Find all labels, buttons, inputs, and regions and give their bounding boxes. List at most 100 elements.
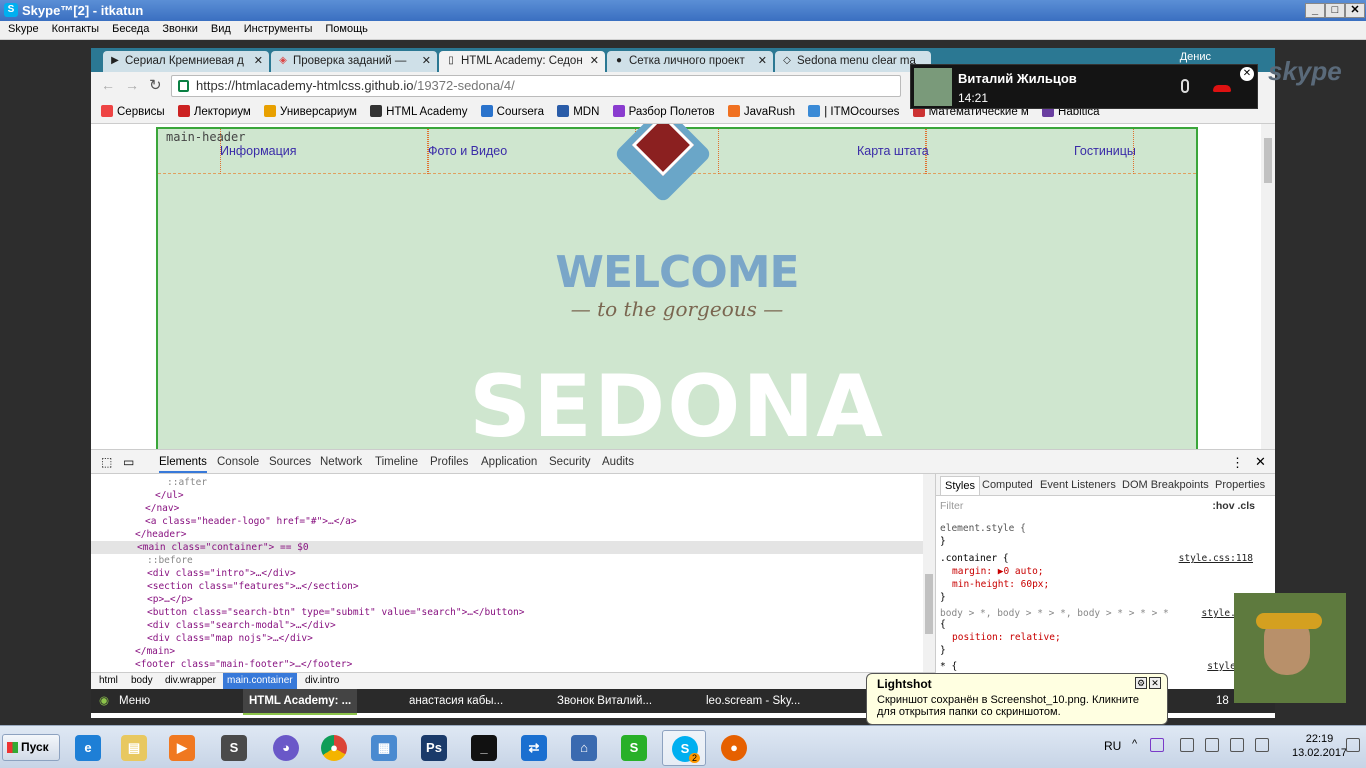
microphone-icon[interactable] <box>1181 79 1189 93</box>
bookmark-razbor-poletov[interactable]: Разбор Полетов <box>612 100 715 123</box>
profile-name[interactable]: Денис <box>1180 51 1211 63</box>
bookmark-javarush[interactable]: JavaRush <box>727 100 795 123</box>
taskbar-sublime[interactable]: S <box>212 730 256 766</box>
start-button[interactable]: Пуск <box>2 734 60 761</box>
usb-icon[interactable] <box>1205 738 1219 752</box>
taskbar-app-s[interactable]: S <box>612 730 656 766</box>
tab-serial[interactable]: ▶ Сериал Кремниевая д ✕ <box>103 51 269 72</box>
rule-source-link[interactable]: style.css:118 <box>1179 553 1253 564</box>
tab-properties[interactable]: Properties <box>1215 479 1265 491</box>
dom-line[interactable]: </nav> <box>145 502 179 515</box>
menu-view[interactable]: Вид <box>203 21 236 35</box>
tab-codepen[interactable]: ◇ Sedona menu clear ma <box>775 51 931 72</box>
crumb[interactable]: div.intro <box>301 673 343 689</box>
lightshot-tray-icon[interactable] <box>1150 738 1164 752</box>
nav-map-link[interactable]: Карта штата <box>857 144 929 158</box>
device-icon[interactable]: ▭ <box>123 455 134 469</box>
tab-profiles[interactable]: Profiles <box>430 456 468 468</box>
tab-event-listeners[interactable]: Event Listeners <box>1040 479 1116 491</box>
dom-line[interactable]: ::before <box>147 554 193 567</box>
inspect-icon[interactable]: ⬚ <box>101 455 112 469</box>
styles-filter-input[interactable]: Filter <box>940 500 963 512</box>
crumb[interactable]: body <box>127 673 157 689</box>
menu-skype[interactable]: Skype <box>0 21 44 35</box>
menu-conversation[interactable]: Беседа <box>104 21 154 35</box>
mint-menu-icon[interactable]: ◉ <box>99 689 109 713</box>
nav-info-link[interactable]: Информация <box>220 144 297 158</box>
task-anastasia[interactable]: анастасия кабы... <box>409 689 503 713</box>
tab-styles[interactable]: Styles <box>940 476 980 495</box>
scrollbar-thumb[interactable] <box>925 574 933 634</box>
tab-github[interactable]: ● Сетка личного проект ✕ <box>607 51 773 72</box>
bookmark-html-academy[interactable]: HTML Academy <box>370 100 467 123</box>
bookmark-coursera[interactable]: Coursera <box>480 100 544 123</box>
tab-computed[interactable]: Computed <box>982 479 1033 491</box>
close-icon[interactable]: ✕ <box>1149 677 1161 689</box>
dom-line[interactable]: ::after <box>167 476 207 489</box>
bookmark-itmo[interactable]: | ITMOcourses <box>808 100 899 123</box>
menu-button[interactable]: Меню <box>119 689 150 713</box>
taskbar-firefox[interactable]: ● <box>712 730 756 766</box>
page-scrollbar[interactable] <box>1261 124 1275 449</box>
system-clock[interactable]: 22:19 13.02.2017 <box>1292 732 1347 760</box>
hov-cls-buttons[interactable]: :hov .cls <box>1212 500 1255 512</box>
nav-hotels-link[interactable]: Гостиницы <box>1074 144 1136 158</box>
task-html-academy[interactable]: HTML Academy: ... <box>243 689 358 715</box>
dom-line[interactable]: <div class="search-modal">…</div> <box>147 619 336 632</box>
tab-html-academy[interactable]: ▯ HTML Academy: Седон ✕ <box>439 51 605 72</box>
taskbar-app-cat[interactable]: ◕ <box>264 730 308 766</box>
menu-tools[interactable]: Инструменты <box>236 21 318 35</box>
prop-min-height[interactable]: min-height: 60px; <box>952 579 1049 590</box>
skype-call-popup[interactable]: Виталий Жильцов 14:21 ✕ <box>910 64 1258 109</box>
menu-calls[interactable]: Звонки <box>154 21 203 35</box>
close-devtools-icon[interactable]: ✕ <box>1255 454 1266 470</box>
taskbar-chrome[interactable]: ● <box>312 730 356 766</box>
menu-contacts[interactable]: Контакты <box>44 21 105 35</box>
tray-expand-icon[interactable]: ^ <box>1132 738 1137 750</box>
bookmark-services[interactable]: Сервисы <box>101 100 165 123</box>
tab-elements[interactable]: Elements <box>159 456 207 473</box>
task-zvonok[interactable]: Звонок Виталий... <box>557 689 652 713</box>
tab-close-icon[interactable]: ✕ <box>422 51 431 72</box>
address-bar[interactable]: https://htmlacademy-htmlcss.github.io/19… <box>171 75 901 97</box>
more-icon[interactable]: ⋮ <box>1231 455 1244 471</box>
back-icon[interactable]: ← <box>101 77 115 93</box>
taskbar-picture[interactable]: ▦ <box>362 730 406 766</box>
volume-icon[interactable] <box>1255 738 1269 752</box>
settings-icon[interactable]: ⚙ <box>1135 677 1147 689</box>
dom-line[interactable]: <section class="features">…</section> <box>147 580 359 593</box>
tab-console[interactable]: Console <box>217 456 259 468</box>
dom-line[interactable]: <footer class="main-footer">…</footer> <box>135 658 352 671</box>
dom-line[interactable]: <p>…</p> <box>147 593 193 606</box>
taskbar-explorer[interactable]: ▤ <box>112 730 156 766</box>
minimize-button[interactable]: _ <box>1305 3 1325 18</box>
tab-proverka[interactable]: ◈ Проверка заданий — ✕ <box>271 51 437 72</box>
dom-line[interactable]: </header> <box>135 528 186 541</box>
taskbar-photoshop[interactable]: Ps <box>412 730 456 766</box>
taskbar-network[interactable]: ⌂ <box>562 730 606 766</box>
tab-security[interactable]: Security <box>549 456 591 468</box>
hang-up-icon[interactable] <box>1213 85 1231 92</box>
taskbar-media[interactable]: ▶ <box>160 730 204 766</box>
flag-icon[interactable] <box>1180 738 1194 752</box>
dom-line[interactable]: <div class="intro">…</div> <box>147 567 296 580</box>
reload-icon[interactable]: ↻ <box>149 76 162 94</box>
tab-network[interactable]: Network <box>320 456 362 468</box>
tab-sources[interactable]: Sources <box>269 456 311 468</box>
bookmark-mdn[interactable]: MDN <box>557 100 599 123</box>
tab-audits[interactable]: Audits <box>602 456 634 468</box>
tab-application[interactable]: Application <box>481 456 537 468</box>
close-button[interactable]: ✕ <box>1345 3 1365 18</box>
taskbar-teamviewer[interactable]: ⇄ <box>512 730 556 766</box>
maximize-button[interactable]: □ <box>1325 3 1345 18</box>
task-leo-scream[interactable]: leo.scream - Sky... <box>706 689 800 713</box>
forward-icon[interactable]: → <box>125 77 139 93</box>
crumb[interactable]: html <box>95 673 122 689</box>
scrollbar-thumb[interactable] <box>1264 138 1272 183</box>
tab-dom-breakpoints[interactable]: DOM Breakpoints <box>1122 479 1209 491</box>
bookmark-lektorium[interactable]: Лекториум <box>177 100 251 123</box>
crumb-selected[interactable]: main.container <box>223 673 297 689</box>
dom-line[interactable]: <a class="header-logo" href="#">…</a> <box>145 515 357 528</box>
network-tray-icon[interactable] <box>1230 738 1244 752</box>
notification-icon[interactable] <box>1346 738 1360 752</box>
